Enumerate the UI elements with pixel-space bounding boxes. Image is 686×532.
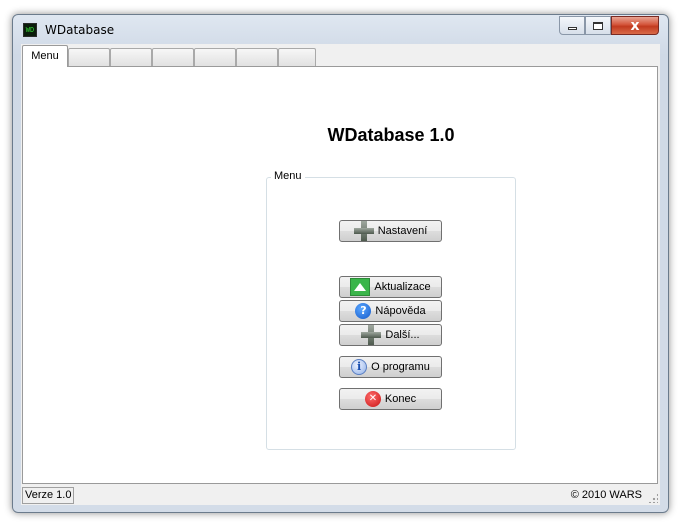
app-icon: WD — [23, 23, 37, 37]
plus-icon — [361, 325, 382, 345]
tab-2[interactable] — [68, 48, 110, 66]
tab-6[interactable] — [236, 48, 278, 66]
close-icon: ✕ — [364, 391, 381, 407]
maximize-icon — [593, 21, 603, 30]
status-bar: Verze 1.0 © 2010 WARS — [21, 486, 660, 505]
settings-button[interactable]: Nastavení — [339, 220, 442, 242]
exit-button[interactable]: ✕ Konec — [339, 388, 442, 410]
info-icon: i — [351, 359, 368, 375]
menu-groupbox: Menu Nastavení Aktualizace ? Nápověda Da… — [266, 170, 516, 450]
update-button[interactable]: Aktualizace — [339, 276, 442, 298]
minimize-icon — [567, 27, 577, 30]
help-button-label: Nápověda — [375, 305, 426, 317]
resize-grip-icon[interactable] — [648, 493, 658, 503]
exit-button-label: Konec — [384, 393, 417, 405]
tab-7[interactable] — [278, 48, 316, 66]
close-icon: x — [630, 17, 640, 34]
tab-strip: Menu — [21, 44, 660, 67]
settings-button-label: Nastavení — [377, 225, 428, 237]
groupbox-label: Menu — [271, 170, 305, 182]
tab-panel-menu: WDatabase 1.0 Menu Nastavení Aktualizace… — [22, 66, 658, 484]
minimize-button[interactable] — [559, 16, 585, 35]
arrow-up-icon — [350, 278, 371, 296]
help-icon: ? — [355, 303, 372, 319]
help-button[interactable]: ? Nápověda — [339, 300, 442, 322]
close-button[interactable]: x — [611, 16, 659, 35]
app-window: WD WDatabase x Menu WDatabase 1.0 Menu N… — [12, 14, 669, 513]
client-area: Menu WDatabase 1.0 Menu Nastavení Aktual… — [21, 44, 660, 505]
update-button-label: Aktualizace — [374, 281, 431, 293]
more-button-label: Další... — [385, 329, 420, 341]
tab-4[interactable] — [152, 48, 194, 66]
tab-5[interactable] — [194, 48, 236, 66]
more-button[interactable]: Další... — [339, 324, 442, 346]
tab-3[interactable] — [110, 48, 152, 66]
plus-icon — [353, 221, 374, 241]
window-title: WDatabase — [45, 23, 115, 37]
page-title: WDatabase 1.0 — [327, 125, 455, 145]
maximize-button[interactable] — [585, 16, 611, 35]
status-version: Verze 1.0 — [22, 487, 75, 504]
tab-menu[interactable]: Menu — [22, 45, 68, 67]
title-bar[interactable]: WD WDatabase x — [13, 15, 668, 45]
about-button[interactable]: i O programu — [339, 356, 442, 378]
about-button-label: O programu — [371, 361, 430, 373]
status-copyright: © 2010 WARS — [570, 489, 642, 501]
